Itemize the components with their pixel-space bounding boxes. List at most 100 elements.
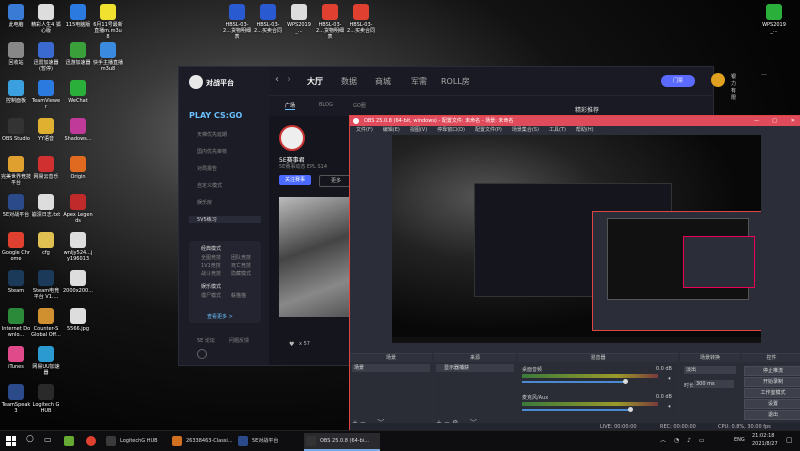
desktop-icon[interactable]: 控制面板	[1, 80, 31, 104]
desktop-icon[interactable]: Steam	[1, 270, 31, 294]
clock-time[interactable]: 21:02:18	[752, 433, 774, 439]
forum-link[interactable]: 5E 论坛	[197, 337, 215, 344]
desktop-icon[interactable]: 迅游加速器	[63, 42, 93, 66]
transition-select[interactable]: 淡出	[684, 366, 736, 374]
obs-control-button[interactable]: 工作室模式	[744, 388, 800, 398]
platform-tab[interactable]: 商城	[375, 76, 391, 87]
taskbar-item[interactable]: 26338463-Classi...	[170, 433, 246, 449]
desktop-icon[interactable]: 2000x200...	[63, 270, 93, 294]
desktop-icon[interactable]: HBSL-03-2...货物明细表	[222, 4, 252, 40]
taskbar-item[interactable]: LogitechG HUB	[104, 433, 180, 449]
sidebar-item[interactable]: 娱乐房	[197, 199, 212, 206]
mode-item[interactable]: 1V1竞技	[201, 262, 221, 269]
sub-tab[interactable]: GO圈	[353, 102, 366, 109]
obs-menu-item[interactable]: 帮助(H)	[576, 127, 594, 133]
obs-control-button[interactable]: 开始录制	[744, 377, 800, 387]
desktop-icon[interactable]: HBSL-03-2...买卖合同	[346, 4, 376, 34]
desktop-icon[interactable]: Steam电竞平台 V1....	[31, 270, 61, 300]
desktop-icon[interactable]: iTunes	[1, 346, 31, 370]
desktop-icon[interactable]: Origin	[63, 156, 93, 180]
volume-slider[interactable]	[522, 381, 625, 383]
obs-menu-item[interactable]: 编辑(E)	[383, 127, 400, 133]
desktop-icon[interactable]: Apex Legends	[63, 194, 93, 224]
desktop-icon[interactable]: WPS2019_...	[284, 4, 314, 34]
profile-avatar[interactable]	[279, 125, 305, 151]
desktop-icon[interactable]: 5566.jpg	[63, 308, 93, 332]
desktop-icon[interactable]: 迅雷加速器(暂停)	[31, 42, 61, 72]
desktop-icon[interactable]: WeChat	[63, 80, 93, 104]
expand-more-link[interactable]: 查看更多 >	[207, 313, 233, 320]
mode-item[interactable]: 隐藏模式	[231, 270, 251, 277]
desktop-icon[interactable]: HBSL-03-2...货物明细表	[315, 4, 345, 40]
obs-menu-item[interactable]: 视图(V)	[410, 127, 427, 133]
tray-arrow-icon[interactable]: ︿	[660, 437, 666, 444]
obs-titlebar[interactable]: OBS 25.0.8 (64-bit, windows) - 配置文件: 未命名…	[350, 116, 800, 126]
sub-tab[interactable]: 广场	[285, 102, 296, 110]
desktop-icon[interactable]: TeamSpeak 3	[1, 384, 31, 414]
search-icon[interactable]: ○	[26, 434, 34, 444]
sidebar-item[interactable]: 对局报告	[197, 165, 217, 172]
taskbar-item[interactable]: 5E对战平台	[236, 433, 312, 449]
desktop-icon[interactable]: 回收站	[1, 42, 31, 66]
platform-logo[interactable]: 对战平台	[189, 75, 249, 89]
sidebar-item[interactable]: 5V5练习	[189, 216, 261, 223]
obs-menu-item[interactable]: 文件(F)	[356, 127, 373, 133]
desktop-icon[interactable]: HBSL-03-2...买卖合同	[253, 4, 283, 34]
desktop-icon[interactable]: 6月11号最新直播m.m3u8	[93, 4, 123, 40]
follow-button[interactable]: 关注赛事	[279, 175, 311, 185]
more-button[interactable]: 更多	[319, 175, 353, 187]
forward-icon[interactable]: ›	[287, 74, 291, 85]
ticket-button[interactable]: 门票	[661, 75, 695, 87]
settings-icon[interactable]	[197, 349, 207, 359]
mode-item[interactable]: 僵尸模式	[201, 292, 221, 299]
task-view-icon[interactable]: ▭	[44, 435, 52, 444]
desktop-icon[interactable]: wnljy524...jy196013	[63, 232, 93, 262]
desktop-icon[interactable]: YY语音	[31, 118, 61, 142]
platform-tab[interactable]: 大厅	[307, 76, 323, 87]
obs-menu-item[interactable]: 配置文件(P)	[475, 127, 502, 133]
taskbar-item[interactable]: OBS 25.0.8 (64-bi...	[304, 433, 380, 451]
obs-maximize-icon[interactable]: □	[772, 116, 777, 126]
mute-icon[interactable]: 🔈︎	[668, 403, 672, 411]
platform-tab[interactable]: ROLL房	[441, 76, 470, 87]
ime-indicator[interactable]: ENG	[734, 437, 745, 443]
notification-icon[interactable]: ▢	[786, 436, 793, 444]
desktop-icon[interactable]: Logitech G HUB	[31, 384, 61, 414]
platform-tab[interactable]: 军需	[411, 76, 427, 87]
platform-tab[interactable]: 数据	[341, 76, 357, 87]
nvidia-icon[interactable]	[64, 436, 74, 446]
desktop-icon[interactable]: Google Chrome	[1, 232, 31, 262]
sidebar-item[interactable]: 自定义模式	[197, 182, 222, 189]
tray-wifi-icon[interactable]: ◔	[674, 437, 679, 444]
desktop-icon[interactable]: cfg	[31, 232, 61, 256]
desktop-icon[interactable]: 完美世界竞技平台	[1, 156, 31, 186]
user-avatar[interactable]	[711, 73, 725, 87]
obs-control-button[interactable]: 停止推流	[744, 366, 800, 376]
obs-minimize-icon[interactable]: —	[754, 116, 759, 126]
desktop-icon[interactable]: 精彩人生4 狐心版	[31, 4, 61, 34]
desktop-icon[interactable]: 此电脑	[1, 4, 31, 28]
desktop-icon[interactable]: 崩溃日志.txt	[31, 194, 61, 218]
desktop-icon[interactable]: Shadows...	[63, 118, 93, 142]
tray-volume-icon[interactable]: ♪	[687, 437, 691, 444]
desktop-icon[interactable]: Counter-S Global Off...	[31, 308, 61, 338]
volume-slider-knob[interactable]	[628, 407, 633, 412]
desktop-icon[interactable]: 115电脑版	[63, 4, 93, 28]
desktop-icon[interactable]: 快手主播直播m3u8	[93, 42, 123, 72]
mode-item[interactable]: 团队竞技	[231, 254, 251, 261]
mode-item[interactable]: 躲猫猫	[231, 292, 246, 299]
sub-tab[interactable]: BLOG	[319, 102, 333, 108]
desktop-icon[interactable]: TeamViewer	[31, 80, 61, 110]
source-item[interactable]: 显示器捕获	[436, 364, 514, 372]
obs-menu-item[interactable]: 场景集合(S)	[512, 127, 539, 133]
obs-close-icon[interactable]: ✕	[791, 116, 795, 126]
mute-icon[interactable]: 🔈︎	[668, 375, 672, 383]
sidebar-item[interactable]: 国内优先审核	[197, 148, 227, 155]
chrome-taskbar-icon[interactable]	[86, 436, 96, 446]
desktop-icon[interactable]: Internet Downlo...	[1, 308, 31, 338]
back-icon[interactable]: ‹	[275, 74, 279, 85]
sidebar-item[interactable]: 天梯优先延期	[197, 131, 227, 138]
scene-item[interactable]: 场景	[352, 364, 430, 372]
obs-preview[interactable]	[392, 135, 761, 343]
play-csgo-title[interactable]: PLAY CS:GO	[189, 111, 242, 120]
